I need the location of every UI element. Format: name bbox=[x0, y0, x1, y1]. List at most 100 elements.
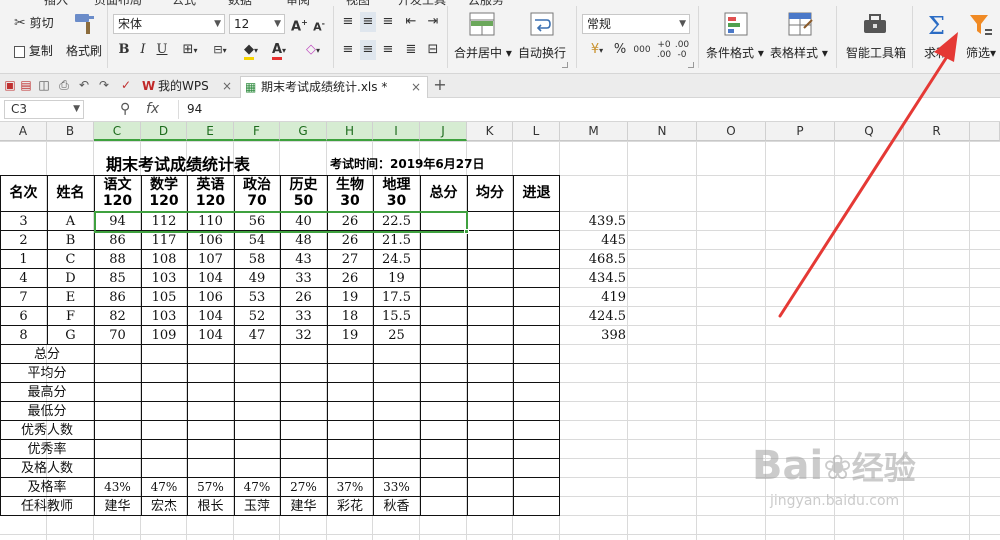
score-cell[interactable]: 107 bbox=[187, 250, 234, 269]
menu-tab-data[interactable]: 数据 bbox=[228, 0, 252, 8]
table-header-cell[interactable]: 生物 30 bbox=[327, 177, 373, 209]
font-size-select[interactable]: 12 ▼ bbox=[229, 14, 285, 34]
font-shrink-icon[interactable]: A- bbox=[311, 14, 327, 34]
distributed-icon[interactable]: ⊟ bbox=[424, 40, 442, 60]
score-cell[interactable]: 104 bbox=[187, 307, 234, 326]
zoom-search-icon[interactable]: ⚲ bbox=[120, 101, 130, 117]
score-cell[interactable]: 19 bbox=[373, 269, 420, 288]
font-grow-icon[interactable]: A+ bbox=[291, 13, 308, 34]
decrease-decimal-icon[interactable]: .00 -0 bbox=[674, 40, 690, 60]
thousands-button[interactable]: 000 bbox=[630, 40, 654, 60]
column-header-e[interactable]: E bbox=[187, 122, 234, 141]
score-cell[interactable]: 48 bbox=[280, 231, 327, 250]
teacher-name-cell[interactable]: 根长 bbox=[187, 497, 234, 516]
customize-quick-access-icon[interactable]: ✓ bbox=[118, 77, 134, 93]
score-cell[interactable]: 49 bbox=[234, 269, 280, 288]
score-cell[interactable]: 103 bbox=[141, 307, 187, 326]
teacher-name-cell[interactable]: 建华 bbox=[94, 497, 141, 516]
save-icon[interactable]: ▣ bbox=[2, 77, 18, 93]
score-cell[interactable]: 86 bbox=[94, 231, 141, 250]
score-cell[interactable]: 106 bbox=[187, 231, 234, 250]
wrap-text-button[interactable]: 自动换行 bbox=[514, 8, 570, 68]
student-name-cell[interactable]: G bbox=[47, 326, 94, 345]
smart-toolbox-button[interactable]: 智能工具箱 bbox=[842, 8, 908, 68]
table-header-cell[interactable]: 进退 bbox=[513, 185, 560, 201]
column-header-l[interactable]: L bbox=[513, 122, 560, 141]
close-icon[interactable]: × bbox=[411, 77, 421, 97]
menu-tab-page-layout[interactable]: 页面布局 bbox=[94, 0, 142, 8]
score-cell[interactable]: 88 bbox=[94, 250, 141, 269]
justify-icon[interactable]: ≣ bbox=[402, 40, 420, 60]
rank-cell[interactable]: 4 bbox=[0, 269, 47, 288]
align-center-icon[interactable]: ≡ bbox=[360, 40, 376, 60]
total-score-cell[interactable]: 424.5 bbox=[560, 307, 626, 326]
italic-icon[interactable]: I bbox=[136, 40, 150, 60]
font-color-icon[interactable]: A▾ bbox=[266, 40, 292, 60]
name-box[interactable]: C3 ▼ bbox=[4, 100, 84, 119]
menu-tab-review[interactable]: 审阅 bbox=[286, 0, 310, 8]
column-header-h[interactable]: H bbox=[327, 122, 373, 141]
total-score-cell[interactable]: 434.5 bbox=[560, 269, 626, 288]
score-cell[interactable]: 104 bbox=[187, 326, 234, 345]
rank-cell[interactable]: 7 bbox=[0, 288, 47, 307]
pass-rate-cell[interactable]: 33% bbox=[373, 478, 420, 497]
score-cell[interactable]: 26 bbox=[327, 269, 373, 288]
cell-border-grid-icon[interactable]: ⊟▾ bbox=[206, 40, 234, 60]
score-cell[interactable]: 18 bbox=[327, 307, 373, 326]
cell-selection-range[interactable] bbox=[94, 211, 468, 233]
teacher-name-cell[interactable]: 彩花 bbox=[327, 497, 373, 516]
score-cell[interactable]: 109 bbox=[141, 326, 187, 345]
formula-input[interactable]: 94 bbox=[178, 100, 996, 119]
teacher-name-cell[interactable]: 宏杰 bbox=[141, 497, 187, 516]
summary-label-cell[interactable]: 优秀人数 bbox=[0, 421, 94, 440]
score-cell[interactable]: 54 bbox=[234, 231, 280, 250]
score-cell[interactable]: 19 bbox=[327, 288, 373, 307]
total-score-cell[interactable]: 468.5 bbox=[560, 250, 626, 269]
indent-increase-icon[interactable]: ⇥ bbox=[424, 12, 442, 32]
column-header-q[interactable]: Q bbox=[835, 122, 904, 141]
score-cell[interactable]: 17.5 bbox=[373, 288, 420, 307]
copy-button[interactable]: 复制 bbox=[14, 42, 62, 62]
align-right-icon[interactable]: ≡ bbox=[380, 40, 396, 60]
fill-color-icon[interactable]: ◆▾ bbox=[238, 40, 264, 60]
number-dialog-launcher-icon[interactable] bbox=[688, 62, 694, 68]
student-name-cell[interactable]: D bbox=[47, 269, 94, 288]
pass-rate-cell[interactable]: 47% bbox=[234, 478, 280, 497]
pass-rate-cell[interactable]: 57% bbox=[187, 478, 234, 497]
teacher-name-cell[interactable]: 秋香 bbox=[373, 497, 420, 516]
score-cell[interactable]: 70 bbox=[94, 326, 141, 345]
align-top-icon[interactable]: ≡ bbox=[340, 12, 356, 32]
summary-label-cell[interactable]: 及格人数 bbox=[0, 459, 94, 478]
table-header-cell[interactable]: 数学 120 bbox=[141, 177, 187, 209]
score-cell[interactable]: 103 bbox=[141, 269, 187, 288]
summary-label-cell[interactable]: 最高分 bbox=[0, 383, 94, 402]
summary-label-cell[interactable]: 优秀率 bbox=[0, 440, 94, 459]
tab-exam-scores[interactable]: ▦ 期末考试成绩统计.xls * × bbox=[240, 76, 428, 98]
teacher-label-cell[interactable]: 任科教师 bbox=[0, 497, 94, 516]
pass-rate-cell[interactable]: 37% bbox=[327, 478, 373, 497]
column-header-b[interactable]: B bbox=[47, 122, 94, 141]
total-score-cell[interactable]: 439.5 bbox=[560, 212, 626, 231]
score-cell[interactable]: 19 bbox=[327, 326, 373, 345]
score-cell[interactable]: 85 bbox=[94, 269, 141, 288]
score-cell[interactable]: 108 bbox=[141, 250, 187, 269]
score-cell[interactable]: 104 bbox=[187, 269, 234, 288]
table-header-cell[interactable]: 均分 bbox=[467, 185, 513, 201]
table-style-button[interactable]: 表格样式 ▾ bbox=[768, 8, 830, 68]
score-cell[interactable]: 47 bbox=[234, 326, 280, 345]
rank-cell[interactable]: 2 bbox=[0, 231, 47, 250]
score-cell[interactable]: 25 bbox=[373, 326, 420, 345]
clear-format-icon[interactable]: ◇▾ bbox=[300, 40, 326, 60]
score-cell[interactable]: 43 bbox=[280, 250, 327, 269]
total-score-cell[interactable]: 419 bbox=[560, 288, 626, 307]
score-cell[interactable]: 26 bbox=[327, 231, 373, 250]
print-preview-icon[interactable]: ◫ bbox=[36, 77, 52, 93]
underline-icon[interactable]: U bbox=[154, 40, 170, 60]
teacher-name-cell[interactable]: 玉萍 bbox=[234, 497, 280, 516]
column-header-a[interactable]: A bbox=[0, 122, 47, 141]
percent-button[interactable]: % bbox=[612, 40, 628, 60]
student-name-cell[interactable]: F bbox=[47, 307, 94, 326]
pass-rate-cell[interactable]: 43% bbox=[94, 478, 141, 497]
score-cell[interactable]: 24.5 bbox=[373, 250, 420, 269]
total-score-cell[interactable]: 445 bbox=[560, 231, 626, 250]
